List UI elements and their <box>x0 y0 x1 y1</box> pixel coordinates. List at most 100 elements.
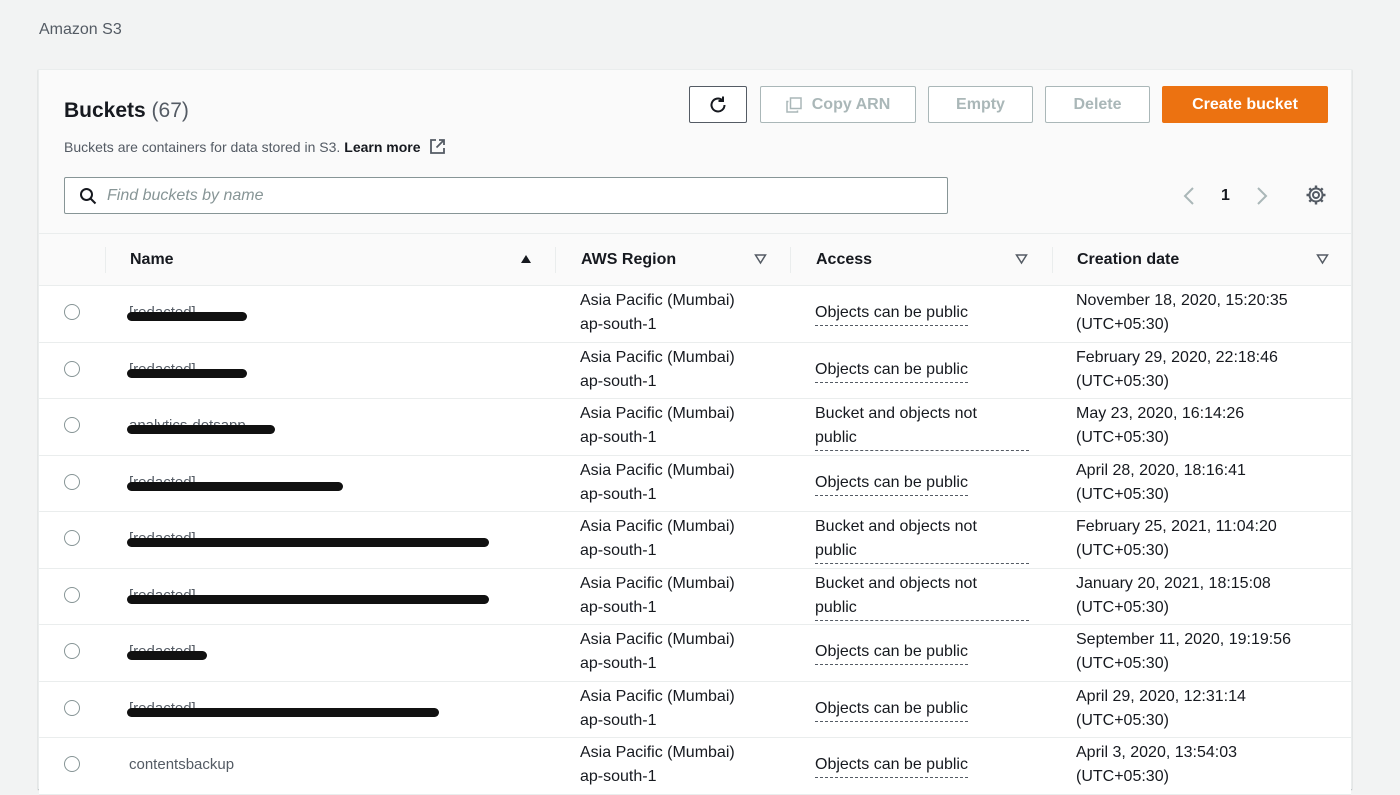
sort-desc-icon[interactable] <box>754 253 767 265</box>
column-divider <box>1052 247 1053 273</box>
settings-button[interactable] <box>1305 184 1327 211</box>
access-status[interactable]: Bucket and objects not public <box>815 515 1029 564</box>
timezone: (UTC+05:30) <box>1076 711 1169 729</box>
region-code: ap-south-1 <box>580 768 657 785</box>
region-name: Asia Pacific (Mumbai) <box>580 744 735 761</box>
breadcrumb[interactable]: Amazon S3 <box>39 21 122 39</box>
column-created-label: Creation date <box>1077 251 1180 268</box>
panel-header: Buckets (67) Buckets are containers for … <box>39 70 1351 234</box>
region-code: ap-south-1 <box>580 598 657 616</box>
table-row[interactable]: [redacted] Asia Pacific (Mumbai) ap-sout… <box>39 625 1351 682</box>
empty-button[interactable]: Empty <box>928 86 1033 123</box>
region-code: ap-south-1 <box>580 316 657 333</box>
row-select-radio[interactable] <box>64 756 80 772</box>
column-header-name[interactable]: Name <box>130 234 174 286</box>
gear-icon <box>1306 185 1326 205</box>
region-cell: Asia Pacific (Mumbai) ap-south-1 <box>580 741 735 789</box>
row-select-radio[interactable] <box>64 473 80 490</box>
column-header-region[interactable]: AWS Region <box>581 234 676 286</box>
table-row[interactable]: [redacted] Asia Pacific (Mumbai) ap-sout… <box>39 512 1351 569</box>
table-row[interactable]: [redacted] Asia Pacific (Mumbai) ap-sout… <box>39 455 1351 512</box>
sort-asc-icon[interactable] <box>520 253 532 265</box>
region-name: Asia Pacific (Mumbai) <box>580 631 735 648</box>
access-line-2: public <box>815 598 857 616</box>
access-status[interactable]: Objects can be public <box>815 697 968 722</box>
region-cell: Asia Pacific (Mumbai) ap-south-1 <box>580 685 735 733</box>
region-cell: Asia Pacific (Mumbai) ap-south-1 <box>580 515 735 563</box>
timezone: (UTC+05:30) <box>1076 485 1169 503</box>
access-line-2: public <box>815 542 857 559</box>
creation-date: April 3, 2020, 13:54:03 <box>1076 744 1238 761</box>
region-cell: Asia Pacific (Mumbai) ap-south-1 <box>580 346 735 394</box>
sort-desc-icon[interactable] <box>1316 253 1329 265</box>
access-status[interactable]: Objects can be public <box>815 358 968 383</box>
row-select-radio[interactable] <box>64 699 80 716</box>
description-text: Buckets are containers for data stored i… <box>64 138 341 155</box>
timezone: (UTC+05:30) <box>1076 598 1169 616</box>
refresh-button[interactable] <box>689 86 747 123</box>
row-select-radio[interactable] <box>64 586 80 603</box>
description: Buckets are containers for data stored i… <box>64 138 446 155</box>
bucket-name-link[interactable]: contentsbackup <box>129 756 234 773</box>
column-region-label: AWS Region <box>581 251 677 268</box>
pagination: 1 <box>1179 183 1272 209</box>
table-row[interactable]: analytics-dotsapp Asia Pacific (Mumbai) … <box>39 399 1351 456</box>
copy-icon <box>785 96 802 113</box>
access-status[interactable]: Objects can be public <box>815 301 968 326</box>
copy-arn-button[interactable]: Copy ARN <box>760 86 916 123</box>
row-select-radio[interactable] <box>64 304 80 320</box>
column-divider <box>105 247 106 273</box>
redaction-mark <box>127 707 439 717</box>
access-status[interactable]: Objects can be public <box>815 471 968 496</box>
search-input[interactable] <box>107 186 927 205</box>
timezone: (UTC+05:30) <box>1076 372 1169 390</box>
bucket-table-body: [redacted] Asia Pacific (Mumbai) ap-sout… <box>39 286 1351 795</box>
search-box[interactable] <box>64 177 948 214</box>
region-code: ap-south-1 <box>580 542 657 559</box>
region-cell: Asia Pacific (Mumbai) ap-south-1 <box>580 289 735 337</box>
table-row[interactable]: contentsbackup Asia Pacific (Mumbai) ap-… <box>39 738 1351 795</box>
row-select-radio[interactable] <box>64 417 80 433</box>
sort-desc-icon[interactable] <box>1015 253 1028 265</box>
creation-date-cell: September 11, 2020, 19:19:56 (UTC+05:30) <box>1076 628 1291 676</box>
creation-date-cell: January 20, 2021, 18:15:08 (UTC+05:30) <box>1076 572 1271 620</box>
column-divider <box>555 247 556 273</box>
prev-page-button[interactable] <box>1179 186 1199 206</box>
creation-date: April 28, 2020, 18:16:41 <box>1076 461 1246 479</box>
creation-date: April 29, 2020, 12:31:14 <box>1076 687 1246 705</box>
access-status[interactable]: Bucket and objects not public <box>815 572 1029 621</box>
refresh-icon <box>710 96 726 112</box>
row-select-radio[interactable] <box>64 530 80 546</box>
access-status[interactable]: Objects can be public <box>815 640 968 665</box>
redaction-mark <box>127 312 247 321</box>
region-code: ap-south-1 <box>580 711 657 729</box>
chevron-right-icon <box>1257 187 1268 205</box>
column-header-access[interactable]: Access <box>816 234 872 286</box>
row-select-radio[interactable] <box>64 360 80 377</box>
column-header-created[interactable]: Creation date <box>1077 234 1179 286</box>
timezone: (UTC+05:30) <box>1076 768 1169 785</box>
table-row[interactable]: [redacted] Asia Pacific (Mumbai) ap-sout… <box>39 286 1351 343</box>
learn-more-link[interactable]: Learn more <box>344 138 445 155</box>
column-divider <box>790 247 791 273</box>
delete-button[interactable]: Delete <box>1045 86 1150 123</box>
access-line-1: Bucket and objects not <box>815 518 977 535</box>
creation-date-cell: April 29, 2020, 12:31:14 (UTC+05:30) <box>1076 685 1246 733</box>
access-status[interactable]: Bucket and objects not public <box>815 402 1029 451</box>
creation-date-cell: November 18, 2020, 15:20:35 (UTC+05:30) <box>1076 289 1288 337</box>
current-page[interactable]: 1 <box>1221 187 1230 205</box>
create-bucket-button[interactable]: Create bucket <box>1162 86 1328 123</box>
region-name: Asia Pacific (Mumbai) <box>580 518 735 535</box>
region-cell: Asia Pacific (Mumbai) ap-south-1 <box>580 628 735 676</box>
table-row[interactable]: [redacted] Asia Pacific (Mumbai) ap-sout… <box>39 342 1351 399</box>
page-title: Buckets (67) <box>64 99 189 123</box>
redaction-mark <box>127 594 489 604</box>
row-select-radio[interactable] <box>64 643 80 659</box>
table-row[interactable]: [redacted] Asia Pacific (Mumbai) ap-sout… <box>39 568 1351 625</box>
table-row[interactable]: [redacted] Asia Pacific (Mumbai) ap-sout… <box>39 681 1351 738</box>
region-code: ap-south-1 <box>580 372 657 390</box>
redaction-mark <box>127 425 275 434</box>
access-status[interactable]: Objects can be public <box>815 753 968 778</box>
next-page-button[interactable] <box>1252 186 1272 206</box>
creation-date: May 23, 2020, 16:14:26 <box>1076 405 1245 422</box>
